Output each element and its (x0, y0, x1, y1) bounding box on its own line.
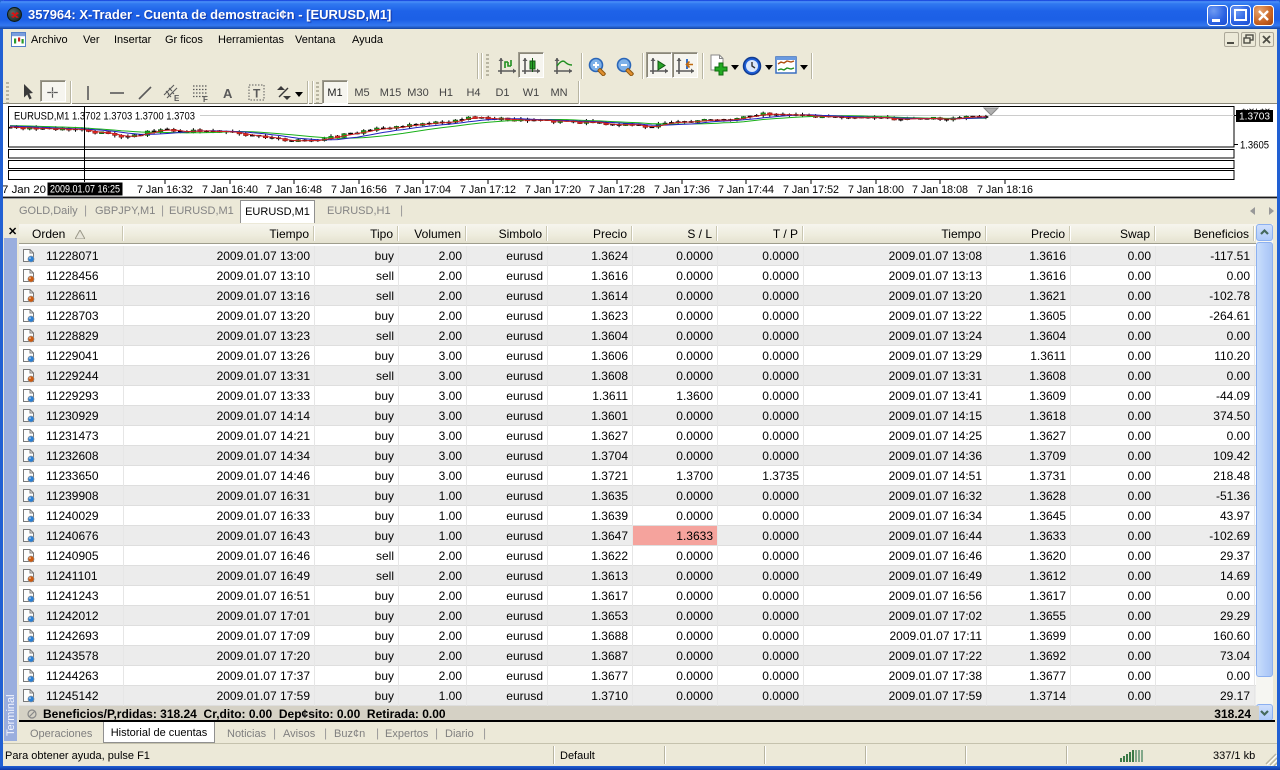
svg-text:7 Jan 16:40: 7 Jan 16:40 (202, 184, 258, 196)
svg-text:E: E (174, 94, 180, 103)
svg-text:7 Jan 17:20: 7 Jan 17:20 (525, 184, 581, 196)
svg-text:7 Jan 17:36: 7 Jan 17:36 (654, 184, 710, 196)
svg-text:7 Jan 18:16: 7 Jan 18:16 (977, 184, 1033, 196)
svg-text:7 Jan 17:52: 7 Jan 17:52 (783, 184, 839, 196)
svg-text:A: A (223, 86, 233, 101)
svg-text:7 Jan 18:08: 7 Jan 18:08 (912, 184, 968, 196)
svg-text:2009.01.07 16:25: 2009.01.07 16:25 (50, 184, 120, 196)
svg-text:7 Jan 16:48: 7 Jan 16:48 (266, 184, 322, 196)
svg-text:7 Jan 16:56: 7 Jan 16:56 (331, 184, 387, 196)
svg-text:7 Jan 17:28: 7 Jan 17:28 (589, 184, 645, 196)
svg-text:7 Jan 17:12: 7 Jan 17:12 (460, 184, 516, 196)
svg-text:7 Jan 17:04: 7 Jan 17:04 (395, 184, 451, 196)
svg-text:1.3703: 1.3703 (1239, 110, 1270, 122)
svg-text:F: F (203, 95, 208, 103)
svg-text:7 Jan 20: 7 Jan 20 (2, 184, 46, 196)
svg-text:EURUSD,M1 1.3702 1.3703 1.370: EURUSD,M1 1.3702 1.3703 1.3700 1.3703 (14, 111, 195, 123)
svg-text:7 Jan 16:32: 7 Jan 16:32 (137, 184, 193, 196)
svg-text:7 Jan 18:00: 7 Jan 18:00 (848, 184, 904, 196)
svg-text:1.3605: 1.3605 (1240, 140, 1269, 152)
svg-text:7 Jan 17:44: 7 Jan 17:44 (718, 184, 774, 196)
svg-text:T: T (253, 87, 261, 101)
